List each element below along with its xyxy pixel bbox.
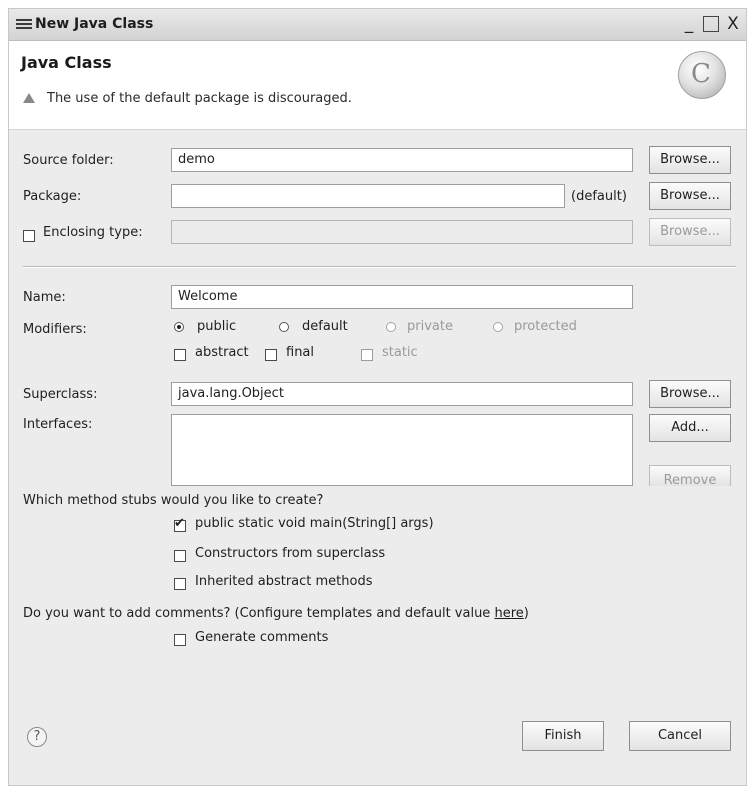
source-folder-input[interactable]: demo — [171, 148, 633, 172]
close-button[interactable]: X — [722, 14, 744, 34]
dialog-header: Java Class The use of the default packag… — [9, 41, 746, 130]
comments-question: Do you want to add comments? (Configure … — [23, 606, 529, 621]
enclosing-type-checkbox[interactable] — [23, 230, 35, 242]
modifier-public-radio[interactable] — [174, 322, 184, 332]
class-logo-glyph: C — [691, 59, 711, 89]
package-default-hint: (default) — [571, 189, 627, 204]
superclass-browse-button[interactable]: Browse... — [649, 380, 731, 408]
warning-text: The use of the default package is discou… — [47, 91, 352, 106]
modifier-protected-label: protected — [514, 319, 577, 334]
modifiers-label: Modifiers: — [23, 322, 87, 337]
modifier-default-label: default — [302, 319, 348, 334]
enclosing-type-label: Enclosing type: — [43, 225, 143, 240]
package-browse-button[interactable]: Browse... — [649, 182, 731, 210]
cancel-button[interactable]: Cancel — [629, 721, 731, 751]
class-logo-icon: C — [678, 51, 726, 99]
eclipse-window-icon — [16, 19, 32, 29]
name-label: Name: — [23, 290, 66, 305]
enclosing-type-browse-button[interactable]: Browse... — [649, 218, 731, 246]
minimize-button[interactable]: _ — [678, 14, 700, 34]
stubs-question: Which method stubs would you like to cre… — [23, 493, 324, 508]
radio-selected-dot — [177, 325, 181, 329]
static-label: static — [382, 345, 418, 360]
interfaces-label: Interfaces: — [23, 417, 93, 432]
package-label: Package: — [23, 189, 82, 204]
window-title: New Java Class — [35, 16, 154, 32]
modifier-default-radio[interactable] — [279, 322, 289, 332]
inherited-methods-checkbox[interactable] — [174, 578, 186, 590]
final-label: final — [286, 345, 315, 360]
maximize-button[interactable] — [703, 16, 719, 32]
final-checkbox[interactable] — [265, 349, 277, 361]
warning-message: The use of the default package is discou… — [23, 91, 352, 106]
name-input[interactable]: Welcome — [171, 285, 633, 309]
superclass-input[interactable]: java.lang.Object — [171, 382, 633, 406]
interfaces-list[interactable] — [171, 414, 633, 486]
constructors-checkbox[interactable] — [174, 550, 186, 562]
help-icon[interactable]: ? — [27, 727, 47, 747]
source-folder-browse-button[interactable]: Browse... — [649, 146, 731, 174]
main-method-label: public static void main(String[] args) — [195, 516, 434, 531]
title-bar: New Java Class _ X — [9, 9, 746, 41]
package-input[interactable] — [171, 184, 565, 208]
abstract-checkbox[interactable] — [174, 349, 186, 361]
superclass-label: Superclass: — [23, 387, 98, 402]
modifier-private-label: private — [407, 319, 453, 334]
modifier-protected-radio[interactable] — [493, 322, 503, 332]
modifier-public-label: public — [197, 319, 237, 334]
comments-question-text: Do you want to add comments? (Configure … — [23, 606, 491, 621]
checkmark-icon: ✔ — [174, 516, 185, 531]
configure-templates-link[interactable]: here — [494, 606, 523, 621]
finish-button[interactable]: Finish — [522, 721, 604, 751]
window-controls: _ X — [678, 14, 744, 34]
separator — [23, 266, 736, 268]
comments-question-close: ) — [523, 606, 529, 621]
generate-comments-checkbox[interactable] — [174, 634, 186, 646]
enclosing-type-input[interactable] — [171, 220, 633, 244]
interfaces-remove-button[interactable]: Remove — [649, 465, 731, 488]
static-checkbox[interactable] — [361, 349, 373, 361]
page-title: Java Class — [21, 53, 112, 72]
constructors-label: Constructors from superclass — [195, 546, 386, 561]
warning-icon — [23, 93, 35, 103]
main-method-checkbox[interactable]: ✔ — [174, 516, 186, 532]
modifier-private-radio[interactable] — [386, 322, 396, 332]
inherited-methods-label: Inherited abstract methods — [195, 574, 373, 589]
abstract-label: abstract — [195, 345, 249, 360]
source-folder-label: Source folder: — [23, 153, 114, 168]
generate-comments-label: Generate comments — [195, 630, 329, 645]
interfaces-add-button[interactable]: Add... — [649, 414, 731, 442]
new-java-class-dialog: New Java Class _ X Java Class The use of … — [8, 8, 747, 786]
